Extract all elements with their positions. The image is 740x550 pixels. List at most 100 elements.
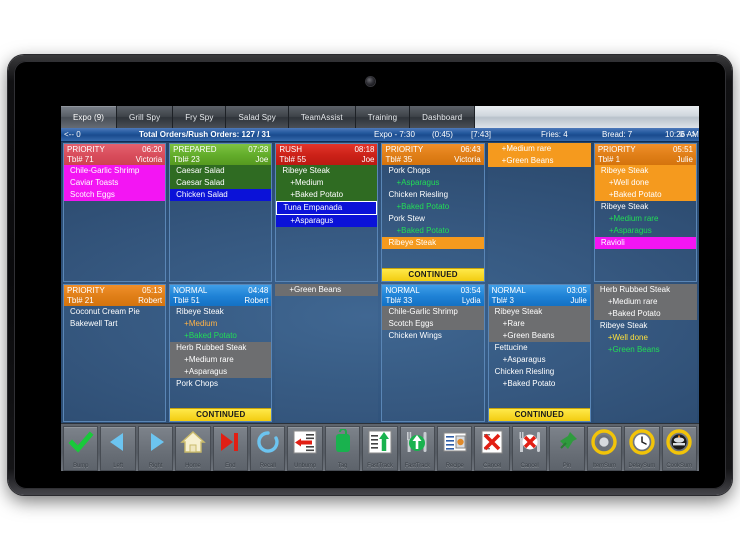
- ticket-item[interactable]: Ribeye Steak: [594, 165, 696, 177]
- ticket-item-modifier[interactable]: +Asparagus: [595, 225, 696, 237]
- ticket-server-name: Victoria: [135, 155, 163, 164]
- toolbar-button-label: Cancel: [483, 463, 502, 469]
- ticket-item-modifier[interactable]: +Baked Potato: [382, 225, 483, 237]
- ticket-item-modifier[interactable]: +Asparagus: [276, 215, 378, 227]
- order-ticket[interactable]: RUSH 08:18 Tbl# 55 Joe Ribeye Steak +Medium +B…: [275, 143, 379, 282]
- ticket-item[interactable]: Ribeye Steak: [594, 320, 697, 332]
- ticket-item-modifier[interactable]: +Medium rare: [595, 213, 696, 225]
- toolbar-button-recall-5[interactable]: Recall: [250, 426, 286, 471]
- ticket-item-modifier[interactable]: +Green Beans: [488, 329, 590, 342]
- ticket-item[interactable]: Chicken Wings: [382, 330, 483, 342]
- ticket-item-modifier[interactable]: +Medium rare: [487, 143, 591, 155]
- ticket-item[interactable]: Ribeye Steak: [170, 306, 271, 318]
- ticket-item-modifier[interactable]: +Green Beans: [275, 283, 379, 296]
- toolbar-button-home-3[interactable]: Home: [175, 426, 211, 471]
- ticket-header-row-table: Tbl# 33 Lydia: [382, 295, 484, 306]
- ticket-item-modifier[interactable]: +Medium rare: [593, 295, 697, 308]
- toolbar-button-unbump-6[interactable]: Unbump: [287, 426, 323, 471]
- ticket-item[interactable]: Herb Rubbed Steak: [170, 341, 272, 354]
- tab-expo-9[interactable]: Expo (9): [61, 106, 118, 128]
- ticket-item[interactable]: Coconut Cream Pie: [64, 306, 165, 318]
- ticket-item-modifier[interactable]: +Medium rare: [170, 353, 272, 366]
- toolbar-button-end-4[interactable]: End: [212, 426, 249, 471]
- order-ticket[interactable]: PRIORITY 05:51 Tbl# 1 Julie Ribeye Steak +Wel…: [593, 143, 697, 282]
- ticket-item-modifier[interactable]: +Green Beans: [487, 155, 591, 167]
- tab-grill-spy[interactable]: Grill Spy: [117, 106, 174, 128]
- ticket-item[interactable]: Ravioli: [594, 237, 696, 249]
- order-ticket[interactable]: Herb Rubbed Steak +Medium rare +Baked Pota…: [593, 283, 697, 423]
- toolbar-button-tag-7[interactable]: Tag: [324, 426, 361, 471]
- ticket-item-modifier[interactable]: +Well done: [594, 177, 696, 189]
- status-right-arrow[interactable]: 0 -->: [679, 130, 696, 139]
- order-ticket[interactable]: PRIORITY 06:20 Tbl# 71 Victoria Chile-Garlic…: [63, 143, 167, 282]
- order-ticket[interactable]: PREPARED 07:28 Tbl# 23 Joe Caesar Salad Caesa…: [169, 143, 273, 282]
- tab-training[interactable]: Training: [355, 106, 411, 128]
- ticket-item-modifier[interactable]: +Baked Potato: [594, 189, 696, 201]
- tab-salad-spy[interactable]: Salad Spy: [226, 106, 289, 128]
- ticket-table-number: Tbl# 3: [491, 295, 514, 305]
- order-ticket[interactable]: +Medium rare +Green Beans: [487, 143, 591, 282]
- ticket-header-row-status: NORMAL 03:05: [488, 284, 590, 296]
- tab-dashboard[interactable]: Dashboard: [410, 106, 476, 128]
- toolbar-button-recipe-10[interactable]: Recipe: [437, 426, 473, 471]
- ticket-item-modifier[interactable]: +Asparagus: [170, 365, 272, 378]
- ticket-item[interactable]: Caesar Salad: [170, 165, 272, 177]
- tag-icon: [330, 429, 356, 455]
- ticket-item[interactable]: Herb Rubbed Steak: [593, 283, 697, 296]
- ticket-item[interactable]: Ribeye Steak: [595, 201, 696, 213]
- toolbar-button-fasttrack-9[interactable]: FastTrack: [399, 426, 436, 471]
- ticket-item-modifier[interactable]: +Baked Potato: [382, 201, 483, 213]
- toolbar-button-pin-13[interactable]: Pin: [549, 426, 585, 471]
- ticket-item-modifier[interactable]: +Medium: [170, 318, 271, 330]
- order-ticket[interactable]: NORMAL 04:48 Tbl# 51 Robert Ribeye Steak +Med…: [169, 283, 273, 422]
- toolbar-button-cancel-12[interactable]: Cancel: [511, 426, 548, 471]
- tab-fry-spy[interactable]: Fry Spy: [173, 106, 227, 128]
- ticket-item[interactable]: Ribeye Steak: [488, 305, 590, 318]
- toolbar-button-cancel-11[interactable]: Cancel: [474, 426, 510, 471]
- ticket-item-modifier[interactable]: +Well done: [594, 332, 697, 344]
- order-ticket[interactable]: PRIORITY 06:43 Tbl# 35 Victoria Pork Chops +A…: [381, 143, 485, 282]
- ticket-item-modifier[interactable]: +Green Beans: [594, 344, 697, 356]
- ticket-item-modifier[interactable]: +Asparagus: [382, 177, 483, 189]
- ticket-item[interactable]: Pork Chops: [170, 378, 271, 390]
- ticket-item-modifier[interactable]: +Rare: [488, 317, 590, 330]
- ticket-item[interactable]: Fettucine: [489, 342, 590, 354]
- toolbar-button-itemsum-14[interactable]: ItemSum: [586, 426, 623, 471]
- ticket-item-modifier[interactable]: +Baked Potato: [489, 378, 590, 390]
- toolbar-button-right-2[interactable]: Right: [137, 426, 174, 471]
- ticket-item[interactable]: Bakewell Tart: [64, 318, 165, 330]
- order-ticket[interactable]: NORMAL 03:05 Tbl# 3 Julie Ribeye Steak +Rare +…: [487, 283, 591, 422]
- ticket-item[interactable]: Pork Stew: [382, 213, 483, 225]
- ticket-item-modifier[interactable]: +Asparagus: [489, 354, 590, 366]
- ticket-item[interactable]: Ribeye Steak: [276, 165, 378, 177]
- ticket-items: Ribeye Steak +Well done +Baked Potato Ribey…: [594, 165, 696, 281]
- status-left-arrow[interactable]: <-- 0: [64, 130, 81, 139]
- toolbar-button-bump-0[interactable]: Bump: [63, 426, 99, 471]
- ticket-item-modifier[interactable]: +Medium: [276, 177, 378, 189]
- ticket-item[interactable]: Scotch Eggs: [64, 189, 166, 201]
- toolbar-button-label: ItemSum: [592, 463, 617, 469]
- toolbar-button-cooksum-16[interactable]: CookSum: [661, 426, 697, 471]
- ticket-item[interactable]: Caviar Toasts: [64, 177, 166, 189]
- ticket-item-modifier[interactable]: +Baked Potato: [593, 307, 697, 320]
- ticket-item[interactable]: Chile-Garlic Shrimp: [382, 305, 484, 318]
- ticket-item[interactable]: Scotch Eggs: [382, 317, 484, 330]
- toolbar-button-fasttrack-8[interactable]: FastTrack: [362, 426, 398, 471]
- ticket-item[interactable]: Tuna Empanada: [276, 201, 378, 215]
- ticket-item[interactable]: Chicken Salad: [170, 189, 272, 201]
- ticket-item[interactable]: Chicken Riesling: [489, 366, 590, 378]
- ticket-item[interactable]: Chile-Garlic Shrimp: [64, 165, 166, 177]
- toolbar-button-left-1[interactable]: Left: [100, 426, 136, 471]
- ticket-item-modifier[interactable]: +Baked Potato: [276, 189, 378, 201]
- order-ticket[interactable]: NORMAL 03:54 Tbl# 33 Lydia Chile-Garlic Shri…: [381, 283, 485, 422]
- order-ticket[interactable]: +Green Beans: [275, 283, 379, 423]
- ticket-item[interactable]: Caesar Salad: [170, 177, 272, 189]
- order-ticket[interactable]: PRIORITY 05:13 Tbl# 21 Robert Coconut Cream …: [63, 283, 167, 422]
- ticket-item-modifier[interactable]: +Baked Potato: [170, 330, 271, 342]
- ticket-item[interactable]: Pork Chops: [382, 165, 483, 177]
- toolbar-button-label: End: [225, 463, 236, 469]
- ticket-item[interactable]: Ribeye Steak: [382, 237, 484, 249]
- toolbar-button-delaysum-15[interactable]: DelaySum: [624, 426, 660, 471]
- tab-teamassist[interactable]: TeamAssist: [288, 106, 356, 128]
- ticket-item[interactable]: Chicken Riesling: [382, 189, 483, 201]
